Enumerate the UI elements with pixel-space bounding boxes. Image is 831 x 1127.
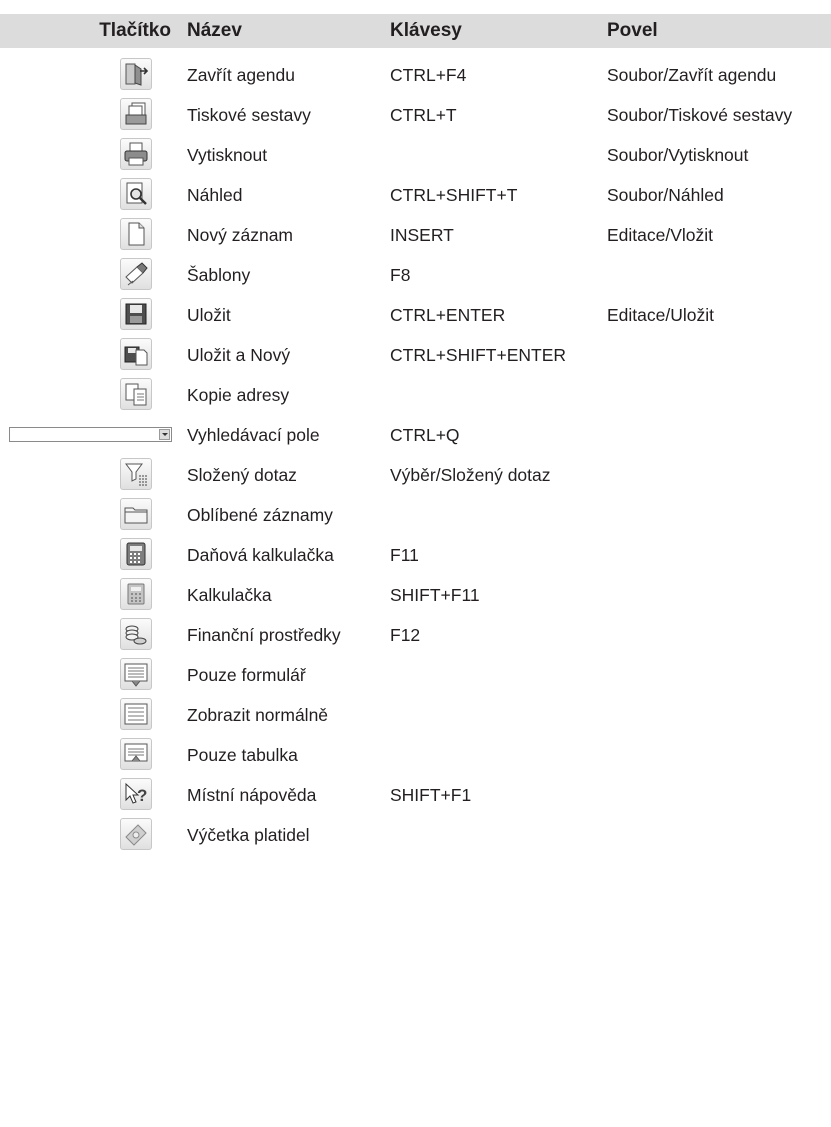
row-keys: SHIFT+F11 xyxy=(390,585,480,605)
row-command: Soubor/Tiskové sestavy xyxy=(607,105,793,125)
table-header: Tlačítko Název Klávesy Povel xyxy=(0,14,831,48)
save-icon[interactable] xyxy=(120,298,152,330)
row-name: Daňová kalkulačka xyxy=(187,545,334,565)
templates-icon[interactable] xyxy=(120,258,152,290)
row-name: Pouze tabulka xyxy=(187,745,298,765)
row-keys: CTRL+SHIFT+T xyxy=(390,185,518,205)
search-combo-field[interactable] xyxy=(9,427,172,442)
row-keys: CTRL+F4 xyxy=(390,65,467,85)
folder-icon[interactable] xyxy=(120,498,152,530)
row-name: Kopie adresy xyxy=(187,385,290,405)
table-row: Náhled CTRL+SHIFT+T Soubor/Náhled xyxy=(0,175,831,215)
table-row: Tiskové sestavy CTRL+T Soubor/Tiskové sest… xyxy=(0,95,831,135)
row-name: Vyhledávací pole xyxy=(187,425,320,445)
row-command: Soubor/Zavřít agendu xyxy=(607,65,777,85)
table-row: Složený dotaz Výběr/Složený dotaz xyxy=(0,455,831,495)
table-row: Pouze tabulka xyxy=(0,735,831,775)
printer-icon[interactable] xyxy=(120,138,152,170)
save-and-new-icon[interactable] xyxy=(120,338,152,370)
row-name: Uložit a Nový xyxy=(187,345,291,365)
table-row: ? Místní nápověda SHIFT+F1 xyxy=(0,775,831,815)
row-keys: CTRL+Q xyxy=(390,425,460,445)
header-command: Povel xyxy=(607,20,658,41)
table-row: Nový záznam INSERT Editace/Vložit xyxy=(0,215,831,255)
table-row: Výčetka platidel xyxy=(0,815,831,855)
row-name: Výčetka platidel xyxy=(187,825,310,845)
table-row: Šablony F8 xyxy=(0,255,831,295)
form-only-icon[interactable] xyxy=(120,658,152,690)
new-record-icon[interactable] xyxy=(120,218,152,250)
row-name: Pouze formulář xyxy=(187,665,306,685)
row-name: Zavřít agendu xyxy=(187,65,295,85)
table-only-icon[interactable] xyxy=(120,738,152,770)
coins-icon[interactable] xyxy=(120,618,152,650)
print-reports-icon[interactable] xyxy=(120,98,152,130)
row-keys: F11 xyxy=(390,545,419,565)
row-name: Složený dotaz xyxy=(187,465,297,485)
table-row: Pouze formulář xyxy=(0,655,831,695)
table-row: Zavřít agendu CTRL+F4 Soubor/Zavřít agendu xyxy=(0,55,831,95)
normal-view-icon[interactable] xyxy=(120,698,152,730)
table-row: Daňová kalkulačka F11 xyxy=(0,535,831,575)
header-name: Název xyxy=(187,20,242,41)
row-name: Kalkulačka xyxy=(187,585,272,605)
row-keys: F8 xyxy=(390,265,411,285)
row-keys: F12 xyxy=(390,625,421,645)
table-row: Kopie adresy xyxy=(0,375,831,415)
row-name: Oblíbené záznamy xyxy=(187,505,333,525)
row-name: Zobrazit normálně xyxy=(187,705,329,725)
chevron-down-icon[interactable] xyxy=(159,429,170,440)
row-command: Editace/Uložit xyxy=(607,305,714,325)
row-name: Tiskové sestavy xyxy=(187,105,311,125)
svg-text:?: ? xyxy=(137,786,147,805)
context-help-icon[interactable]: ? xyxy=(120,778,152,810)
row-name: Uložit xyxy=(187,305,231,325)
row-command: Soubor/Náhled xyxy=(607,185,724,205)
table-row: Kalkulačka SHIFT+F11 xyxy=(0,575,831,615)
copy-address-icon[interactable] xyxy=(120,378,152,410)
table-row: Oblíbené záznamy xyxy=(0,495,831,535)
row-keys: INSERT xyxy=(390,225,454,245)
row-keys: SHIFT+F1 xyxy=(390,785,472,805)
row-name: Šablony xyxy=(187,265,251,285)
row-name: Náhled xyxy=(187,185,243,205)
row-keys: CTRL+ENTER xyxy=(390,305,506,325)
row-name: Místní nápověda xyxy=(187,785,317,805)
table-row: Uložit a Nový CTRL+SHIFT+ENTER xyxy=(0,335,831,375)
compound-query-icon[interactable] xyxy=(120,458,152,490)
header-keys: Klávesy xyxy=(390,20,462,41)
calculator-icon[interactable] xyxy=(120,578,152,610)
row-command: Editace/Vložit xyxy=(607,225,714,245)
header-button: Tlačítko xyxy=(99,20,171,41)
currency-count-icon[interactable] xyxy=(120,818,152,850)
table-row: Vytisknout Soubor/Vytisknout xyxy=(0,135,831,175)
row-keys: Výběr/Složený dotaz xyxy=(390,465,551,485)
row-name: Vytisknout xyxy=(187,145,268,165)
row-command: Soubor/Vytisknout xyxy=(607,145,749,165)
table-row: Finanční prostředky F12 xyxy=(0,615,831,655)
tax-calculator-icon[interactable] xyxy=(120,538,152,570)
table-row: Vyhledávací pole CTRL+Q xyxy=(0,415,831,455)
row-keys: CTRL+T xyxy=(390,105,457,125)
close-agenda-icon[interactable] xyxy=(120,58,152,90)
row-name: Finanční prostředky xyxy=(187,625,341,645)
row-keys: CTRL+SHIFT+ENTER xyxy=(390,345,566,365)
row-name: Nový záznam xyxy=(187,225,294,245)
table-row: Zobrazit normálně xyxy=(0,695,831,735)
print-preview-icon[interactable] xyxy=(120,178,152,210)
table-row: Uložit CTRL+ENTER Editace/Uložit xyxy=(0,295,831,335)
